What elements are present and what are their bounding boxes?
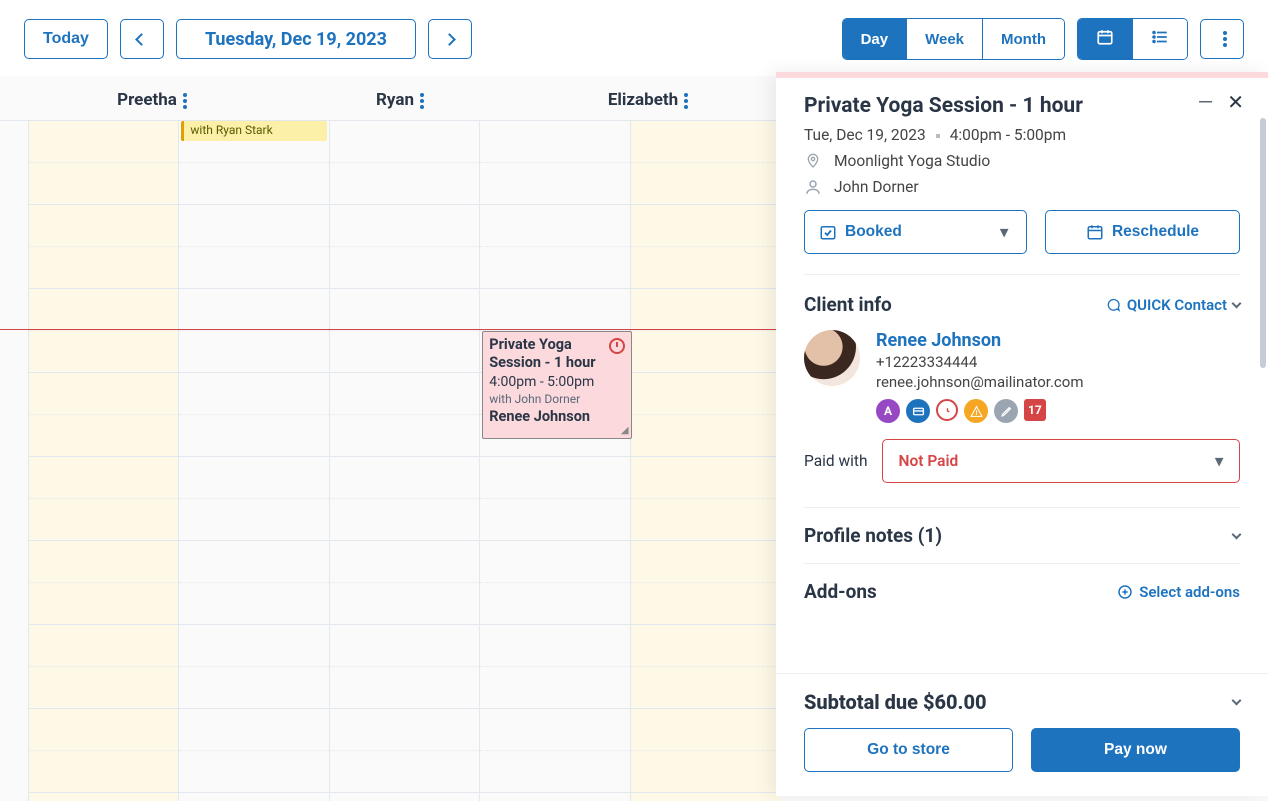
view-segment: Day Week Month xyxy=(842,18,1065,60)
staff-column[interactable] xyxy=(630,121,780,801)
client-badges: A 17 xyxy=(876,399,1084,423)
panel-staff: John Dorner xyxy=(804,178,1240,196)
badge-clock-icon[interactable] xyxy=(936,399,958,421)
caret-down-icon: ▾ xyxy=(1000,223,1008,242)
view-week[interactable]: Week xyxy=(906,19,982,59)
badge-note-icon[interactable] xyxy=(994,399,1018,423)
addons-heading: Add-ons xyxy=(804,580,877,603)
location-icon xyxy=(804,152,822,170)
reschedule-icon xyxy=(1086,223,1104,241)
calendar-toolbar: Today Tuesday, Dec 19, 2023 Day Week Mon… xyxy=(0,0,1268,76)
more-icon xyxy=(1223,31,1227,47)
profile-notes-toggle[interactable]: Profile notes (1) xyxy=(804,508,1240,563)
prev-day-button[interactable] xyxy=(120,19,164,59)
more-menu-button[interactable] xyxy=(1200,19,1244,59)
reschedule-button[interactable]: Reschedule xyxy=(1045,210,1240,254)
col-header[interactable]: Elizabeth xyxy=(524,76,772,120)
paid-with-label: Paid with xyxy=(804,452,868,470)
date-display[interactable]: Tuesday, Dec 19, 2023 xyxy=(176,19,416,59)
staff-icon xyxy=(804,178,822,196)
scrollbar[interactable] xyxy=(1260,118,1266,368)
staff-column[interactable]: Private Yoga Session - 1 hour 4:00pm - 5… xyxy=(479,121,629,801)
panel-title: Private Yoga Session - 1 hour xyxy=(804,94,1240,118)
event-snippet[interactable]: with Ryan Stark xyxy=(181,121,326,141)
paid-with-dropdown[interactable]: Not Paid ▾ xyxy=(882,439,1240,483)
chevron-down-icon xyxy=(1232,298,1242,308)
calendar-event[interactable]: Private Yoga Session - 1 hour 4:00pm - 5… xyxy=(482,331,631,439)
resize-handle-icon[interactable]: ◢ xyxy=(621,425,629,436)
layout-segment xyxy=(1077,18,1188,60)
staff-column[interactable] xyxy=(28,121,178,801)
chevron-down-icon xyxy=(1232,529,1242,539)
badge-visits-count[interactable]: 17 xyxy=(1024,399,1046,421)
layout-calendar[interactable] xyxy=(1078,19,1132,59)
today-button[interactable]: Today xyxy=(24,19,108,59)
col-header[interactable]: Ryan xyxy=(276,76,524,120)
chat-icon xyxy=(1105,297,1121,313)
panel-location: Moonlight Yoga Studio xyxy=(804,152,1240,170)
subtotal-label: Subtotal due $60.00 xyxy=(804,690,987,714)
view-day[interactable]: Day xyxy=(843,19,907,59)
staff-column[interactable]: with Ryan Stark xyxy=(178,121,328,801)
go-to-store-button[interactable]: Go to store xyxy=(804,728,1013,772)
appointment-panel: — ✕ Private Yoga Session - 1 hour Tue, D… xyxy=(776,72,1268,796)
client-info-heading: Client info xyxy=(804,293,892,316)
calendar-grid[interactable]: with Ryan Stark Private Yoga Session - 1… xyxy=(0,121,780,801)
client-name-link[interactable]: Renee Johnson xyxy=(876,330,1084,351)
pay-now-button[interactable]: Pay now xyxy=(1031,728,1240,772)
col-menu-icon[interactable] xyxy=(420,93,424,109)
list-icon xyxy=(1151,28,1169,46)
event-staff: with John Dorner xyxy=(489,392,624,406)
client-phone: +12223334444 xyxy=(876,353,1084,371)
view-month[interactable]: Month xyxy=(982,19,1064,59)
subtotal-toggle[interactable] xyxy=(1232,696,1242,706)
client-email: renee.johnson@mailinator.com xyxy=(876,373,1084,391)
col-header[interactable]: Preetha xyxy=(28,76,276,120)
layout-list[interactable] xyxy=(1132,19,1187,59)
check-calendar-icon xyxy=(819,223,837,241)
chevron-left-icon xyxy=(136,33,149,46)
col-menu-icon[interactable] xyxy=(684,93,688,109)
col-menu-icon[interactable] xyxy=(183,93,187,109)
select-addons-button[interactable]: Select add-ons xyxy=(1117,583,1240,601)
panel-datetime: Tue, Dec 19, 20234:00pm - 5:00pm xyxy=(804,126,1240,144)
minimize-button[interactable]: — xyxy=(1198,90,1214,114)
unpaid-clock-icon xyxy=(609,338,625,354)
client-avatar[interactable] xyxy=(804,330,860,386)
badge-letter[interactable]: A xyxy=(876,399,900,423)
badge-warning-icon[interactable] xyxy=(964,399,988,423)
panel-footer: Subtotal due $60.00 Go to store Pay now xyxy=(776,673,1268,796)
calendar-icon xyxy=(1096,28,1114,46)
status-dropdown[interactable]: Booked ▾ xyxy=(804,210,1027,254)
quick-contact-button[interactable]: QUICK Contact xyxy=(1105,296,1240,314)
close-button[interactable]: ✕ xyxy=(1227,90,1244,114)
event-time: 4:00pm - 5:00pm xyxy=(489,374,624,390)
caret-down-icon: ▾ xyxy=(1215,452,1223,470)
badge-card-icon[interactable] xyxy=(906,399,930,423)
staff-column[interactable] xyxy=(329,121,479,801)
next-day-button[interactable] xyxy=(428,19,472,59)
event-client: Renee Johnson xyxy=(489,408,624,425)
chevron-right-icon xyxy=(444,33,457,46)
event-title: Private Yoga Session - 1 hour xyxy=(489,336,624,372)
plus-circle-icon xyxy=(1117,584,1133,600)
